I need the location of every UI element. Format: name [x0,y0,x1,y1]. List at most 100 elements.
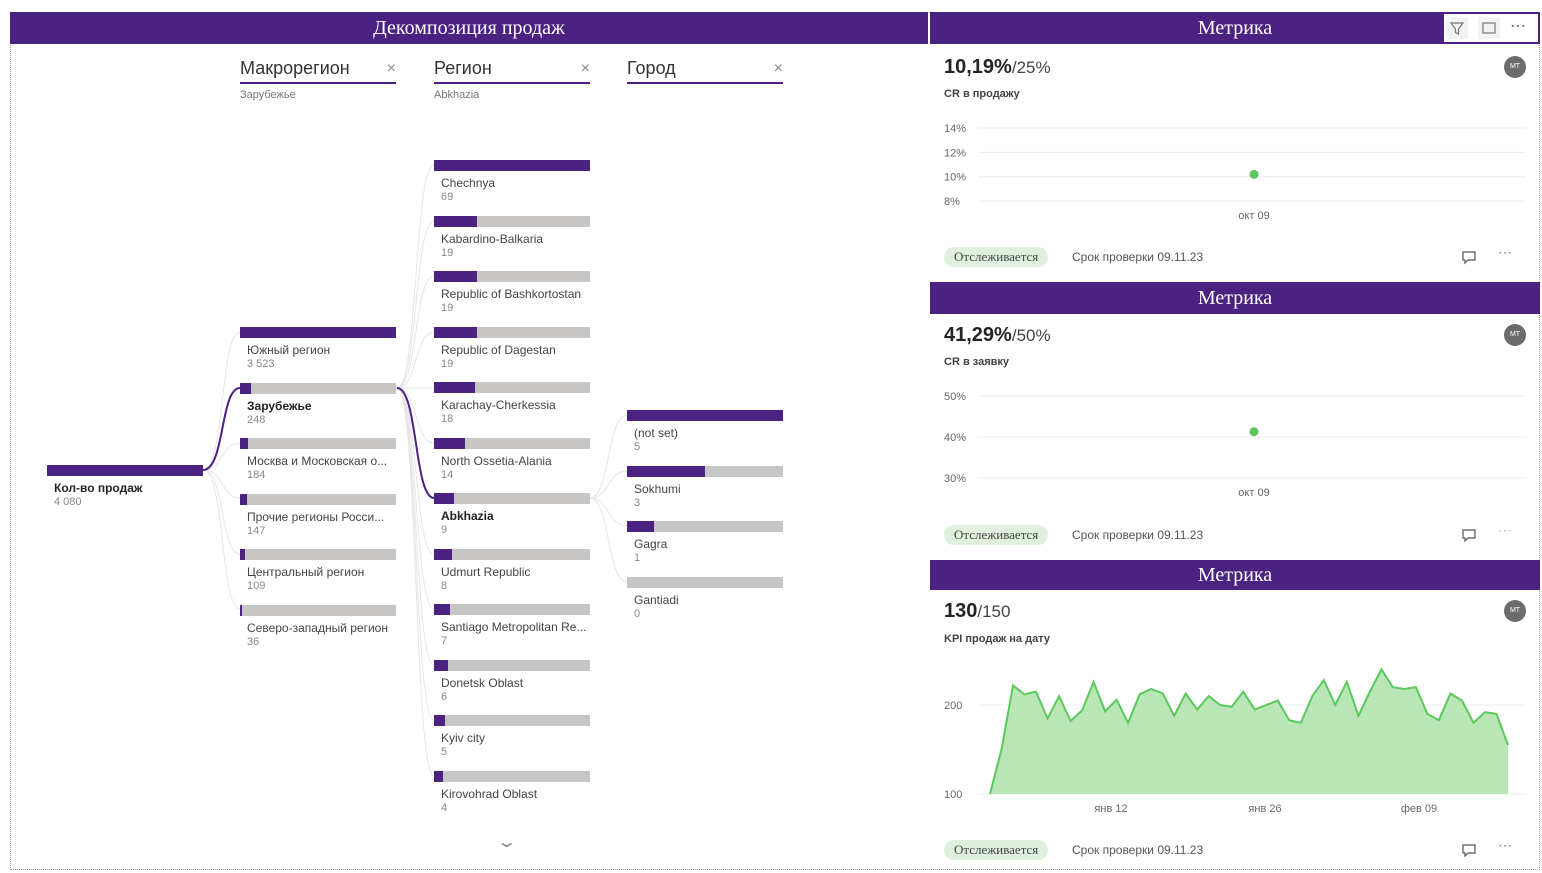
status-badge: Отслеживается [944,525,1049,545]
kpi-actual: 130 [944,600,978,622]
metric-card-1[interactable]: Метрика ⋯ 10,19%/25% CR в продажу MT 14%… [930,12,1540,282]
node-value: 18 [441,413,454,425]
bar-fill [434,770,444,782]
node-value: 19 [441,357,454,370]
node-value: 19 [441,246,454,259]
kpi-value: 130/150 [944,600,1010,623]
y-tick-label: 12% [944,147,966,159]
avatar[interactable]: MT [1504,600,1526,622]
focus-mode-icon[interactable] [1478,17,1500,39]
node-label: Donetsk Oblast [441,675,524,690]
y-tick-label: 100 [944,789,962,801]
node-value: 36 [247,635,260,648]
y-tick-label: 40% [944,432,966,444]
node-label: Южный регион [247,343,331,357]
metric-card-2[interactable]: Метрика 41,29%/50% CR в заявку MT 50% 40%… [930,282,1540,560]
card-title: Метрика [1197,17,1273,39]
comment-icon[interactable] [1460,248,1478,266]
comment-icon[interactable] [1460,526,1478,544]
comment-icon[interactable] [1460,841,1478,859]
node-label: Santiago Metropolitan Re... [441,620,587,634]
root-bar [47,465,203,476]
metric-card-3[interactable]: Метрика 130/150 KPI продаж на дату MT 20… [930,560,1540,870]
node-value: 248 [247,413,266,426]
node-label: Sokhumi [634,481,681,496]
bar-fill [240,549,245,560]
node-value: 3 [634,496,641,509]
node-value: 9 [441,524,448,536]
bar-track [434,770,590,782]
bar-fill [240,604,242,616]
bar-track [240,382,396,394]
node-label: Gantiadi [634,592,679,607]
node-label: (not set) [634,426,679,440]
area-fill [990,669,1508,794]
more-options-icon[interactable]: ⋯ [1498,522,1512,539]
due-date: Срок проверки 09.11.23 [1072,843,1204,857]
status-badge: Отслеживается [944,247,1049,267]
data-point [1249,169,1259,179]
bar-track [434,548,590,560]
node-value: 6 [441,690,448,703]
node-value: 5 [634,441,641,453]
bar-fill [434,604,450,615]
kpi-name: CR в заявку [944,356,1010,368]
x-tick-label: фев 09 [1401,803,1437,815]
card-title: Метрика [1197,564,1273,586]
visual-toolbar: ⋯ [1444,14,1538,42]
node-label: Прочие регионы Росси... [247,509,385,524]
metric-chart: 14% 12% 10% 8% окт 09 [944,123,1526,222]
more-options-icon[interactable]: ⋯ [1498,244,1512,261]
chevron-down-icon[interactable]: ⌄ [496,832,517,852]
card-title: Метрика [1197,287,1273,309]
bar-fill [434,437,466,449]
kpi-goal: /150 [977,602,1011,621]
due-date: Срок проверки 09.11.23 [1072,250,1204,264]
kpi-value: 41,29%/50% [944,324,1051,347]
node-label: Chechnya [441,176,496,190]
avatar[interactable]: MT [1504,56,1526,78]
node-value: 69 [441,191,454,203]
avatar[interactable]: MT [1504,324,1526,346]
node-label: Kirovohrad Oblast [441,786,538,801]
bar-fill [434,382,475,393]
bar-fill [627,465,705,477]
bar-track [434,604,590,615]
y-tick-label: 30% [944,473,966,485]
node-value: 147 [247,524,266,537]
more-options-icon[interactable]: ⋯ [1510,16,1526,36]
filter-icon[interactable] [1446,17,1468,39]
bar-fill [434,326,477,338]
node-value: 8 [441,579,448,592]
due-date: Срок проверки 09.11.23 [1072,528,1204,542]
bar-fill [627,410,783,421]
y-tick-label: 50% [944,391,966,403]
node-label: North Ossetia-Alania [441,453,552,468]
bar-track [434,493,590,504]
bar-fill [434,215,477,227]
node-value: 3 523 [247,358,275,370]
kpi-actual: 41,29% [944,324,1012,346]
node-label: Gagra [634,537,668,551]
node-label: Republic of Dagestan [441,342,556,357]
node-label: Kyiv city [441,731,486,745]
node-label: Karachay-Cherkessia [441,398,556,412]
bar-fill [434,160,590,171]
bar-track [434,659,590,671]
kpi-name: CR в продажу [944,88,1020,100]
more-options-icon[interactable]: ⋯ [1498,837,1512,854]
bar-fill [434,271,477,282]
x-tick-label: окт 09 [1238,210,1269,222]
node-label: Зарубежье [247,398,312,413]
card-title-bar: Метрика [930,282,1540,314]
metric-chart: 200 100 янв 12 янв 26 фев 09 [944,667,1526,815]
root-label: Кол-во продаж [54,481,143,495]
metric-chart: 50% 40% 30% окт 09 [944,391,1526,499]
node-value: 5 [441,746,448,758]
bar-track [627,576,783,588]
node-value: 7 [441,635,448,647]
node-label: Abkhazia [441,509,494,523]
root-value: 4 080 [54,496,82,508]
bar-track [240,438,396,449]
node-label: Северо-западный регион [247,620,388,635]
